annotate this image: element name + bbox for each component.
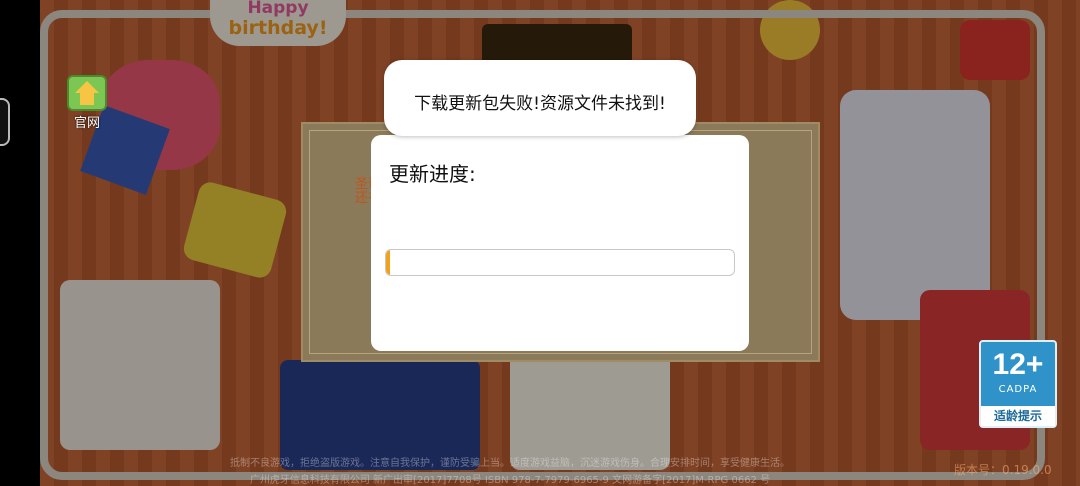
update-progress-panel: 更新进度:: [371, 135, 749, 351]
age-rating-tip: 适龄提示: [981, 406, 1055, 426]
age-rating-badge[interactable]: 12+ CADPA 适龄提示: [979, 340, 1057, 428]
update-progress-title: 更新进度:: [389, 162, 476, 186]
error-toast: 下载更新包失败!资源文件未找到!: [384, 60, 696, 136]
update-progress-bar: [385, 249, 735, 276]
official-site-label: 官网: [73, 116, 100, 131]
age-rating-org: CADPA: [998, 384, 1038, 395]
left-black-bar: [0, 0, 40, 486]
age-rating-number: 12+: [992, 348, 1044, 381]
official-site-button[interactable]: 官网: [66, 75, 108, 131]
home-icon: [67, 75, 107, 111]
footer-license-info: 广州虎牙信息科技有限公司 新广出审[2017]7708号 ISBN 978-7-…: [249, 475, 771, 486]
error-toast-message: 下载更新包失败!资源文件未找到!: [414, 94, 666, 114]
footer-health-notice: 抵制不良游戏，拒绝盗版游戏。注意自我保护，谨防受骗上当。适度游戏益脑，沉迷游戏伤…: [230, 458, 790, 469]
footer: 抵制不良游戏，拒绝盗版游戏。注意自我保护，谨防受骗上当。适度游戏益脑，沉迷游戏伤…: [40, 452, 1080, 486]
side-drawer-handle[interactable]: [0, 98, 10, 146]
version-label: 版本号：0.19.0.0: [954, 463, 1052, 477]
update-progress-fill: [386, 250, 391, 275]
